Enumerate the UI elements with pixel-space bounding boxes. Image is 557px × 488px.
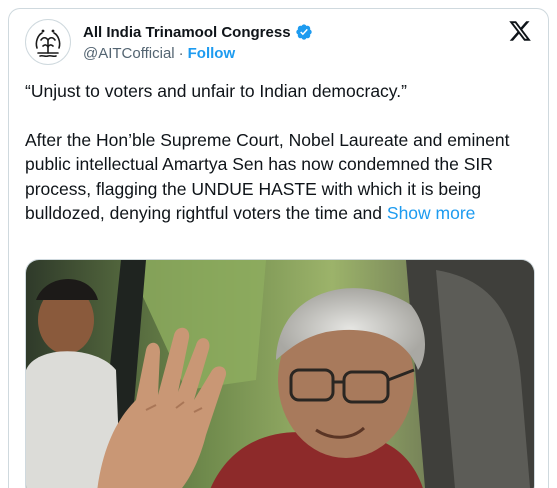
account-name[interactable]: All India Trinamool Congress	[83, 24, 291, 41]
verified-badge-icon	[295, 24, 312, 40]
tweet-card[interactable]: All India Trinamool Congress @AITCoffici…	[8, 8, 549, 488]
tweet-quote: “Unjust to voters and unfair to Indian d…	[25, 81, 407, 101]
account-handle[interactable]: @AITCofficial	[83, 45, 175, 62]
show-more-link[interactable]: Show more	[387, 203, 476, 223]
tweet-body: After the Hon’ble Supreme Court, Nobel L…	[25, 128, 535, 226]
account-info: All India Trinamool Congress @AITCoffici…	[83, 21, 313, 64]
separator-dot: ·	[178, 45, 184, 62]
x-logo-icon[interactable]	[508, 19, 532, 43]
party-logo-icon[interactable]	[25, 19, 71, 65]
photo-illustration	[26, 260, 534, 488]
tweet-header: All India Trinamool Congress @AITCoffici…	[25, 19, 532, 67]
tweet-photo[interactable]	[25, 259, 535, 488]
follow-button[interactable]: Follow	[188, 45, 236, 62]
tweet-text: “Unjust to voters and unfair to Indian d…	[25, 79, 535, 226]
